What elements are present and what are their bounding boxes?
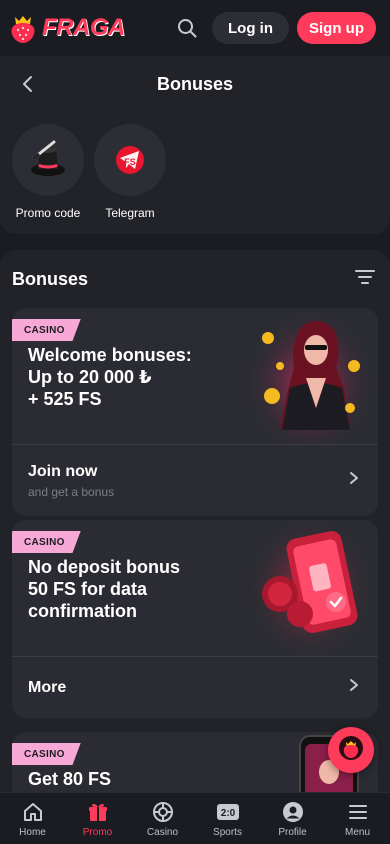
bonus-card-welcome[interactable]: CASINO Welcome bonuses: Up to 20 000 ₺ +… <box>12 308 378 516</box>
nav-sports[interactable]: 2:0 Sports <box>195 793 260 844</box>
bonuses-title: Bonuses <box>12 268 89 289</box>
bonus-card-no-deposit[interactable]: CASINO No deposit bonus 50 FS for data c… <box>12 520 378 718</box>
back-arrow-icon[interactable] <box>16 72 40 96</box>
card-top: CASINO No deposit bonus 50 FS for data c… <box>12 520 378 656</box>
quick-link-label: Telegram <box>105 206 155 220</box>
home-icon <box>21 800 45 824</box>
bonus-title-line: Welcome bonuses: <box>28 345 192 365</box>
bonus-title: Get 80 FS <box>28 768 228 790</box>
title-row: Bonuses <box>0 56 390 112</box>
bonuses-header: Bonuses <box>0 250 390 308</box>
nav-promo[interactable]: Promo <box>65 793 130 844</box>
nav-profile[interactable]: Profile <box>260 793 325 844</box>
category-badge: CASINO <box>12 531 81 553</box>
category-badge: CASINO <box>12 743 81 765</box>
top-panel: Bonuses Promo code FS Telegram <box>0 56 390 234</box>
svg-text:FS: FS <box>124 157 136 167</box>
bonus-title-line: No deposit bonus <box>28 557 180 577</box>
score-text: 2:0 <box>220 808 235 819</box>
chevron-right-icon <box>346 470 362 491</box>
telegram-fs-icon: FS <box>94 124 166 196</box>
cta-sub-label: and get a bonus <box>28 484 115 499</box>
nav-label: Sports <box>213 826 242 838</box>
filter-icon[interactable] <box>354 266 376 293</box>
chevron-right-icon <box>346 677 362 698</box>
bonus-title: No deposit bonus 50 FS for data confirma… <box>28 556 228 622</box>
cta-text: Join now and get a bonus <box>28 463 114 499</box>
app-header: FRAGA Log in Sign up <box>0 0 390 56</box>
bottom-navigation: Home Promo Casino 2:0 Sports Profile Men… <box>0 792 390 844</box>
bonus-title-line: confirmation <box>28 601 138 621</box>
card-top: CASINO Welcome bonuses: Up to 20 000 ₺ +… <box>12 308 378 444</box>
support-chat-button[interactable] <box>328 727 374 773</box>
card-cta-row[interactable]: Join now and get a bonus <box>12 444 378 516</box>
login-button[interactable]: Log in <box>212 12 289 44</box>
gift-icon <box>86 800 110 824</box>
quick-link-telegram[interactable]: FS Telegram <box>94 124 166 220</box>
quick-link-label: Promo code <box>15 206 81 220</box>
cta-label: More <box>28 678 67 696</box>
nav-label: Casino <box>146 826 179 838</box>
card-cta-row[interactable]: More <box>12 656 378 718</box>
bonus-title-line: Get 80 FS <box>28 769 112 789</box>
quick-link-promo-code[interactable]: Promo code <box>12 124 84 220</box>
quick-links: Promo code FS Telegram <box>0 112 390 220</box>
search-icon[interactable] <box>170 11 204 45</box>
strawberry-icon <box>337 734 365 767</box>
logo-text: FRAGA <box>42 14 125 41</box>
scoreboard-icon: 2:0 <box>216 800 240 824</box>
profile-icon <box>281 800 305 824</box>
nav-menu[interactable]: Menu <box>325 793 390 844</box>
bonus-title: Welcome bonuses: Up to 20 000 ₺ + 525 FS <box>28 344 228 410</box>
strawberry-logo-icon <box>6 11 40 45</box>
bonus-title-line: 50 FS for data <box>28 579 148 599</box>
nav-label: Promo <box>82 826 113 838</box>
nav-casino[interactable]: Casino <box>130 793 195 844</box>
menu-icon <box>346 800 370 824</box>
woman-with-coins-illustration <box>250 308 370 444</box>
phone-with-chips-illustration <box>250 520 370 656</box>
brand-logo[interactable]: FRAGA <box>6 8 125 48</box>
nav-label: Menu <box>344 826 370 838</box>
signup-button[interactable]: Sign up <box>297 12 376 44</box>
page-title: Bonuses <box>156 73 234 94</box>
bonus-title-line: + 525 FS <box>28 389 102 409</box>
nav-label: Home <box>19 826 46 838</box>
category-badge: CASINO <box>12 319 81 341</box>
nav-home[interactable]: Home <box>0 793 65 844</box>
magic-hat-icon <box>12 124 84 196</box>
bonus-title-line: Up to 20 000 ₺ <box>28 367 152 387</box>
cta-text: More <box>28 679 66 697</box>
bonuses-panel: Bonuses CASINO Welcome bonuses: Up to 20… <box>0 250 390 810</box>
nav-label: Profile <box>278 826 307 838</box>
roulette-icon <box>151 800 175 824</box>
cta-label: Join now <box>28 462 98 480</box>
